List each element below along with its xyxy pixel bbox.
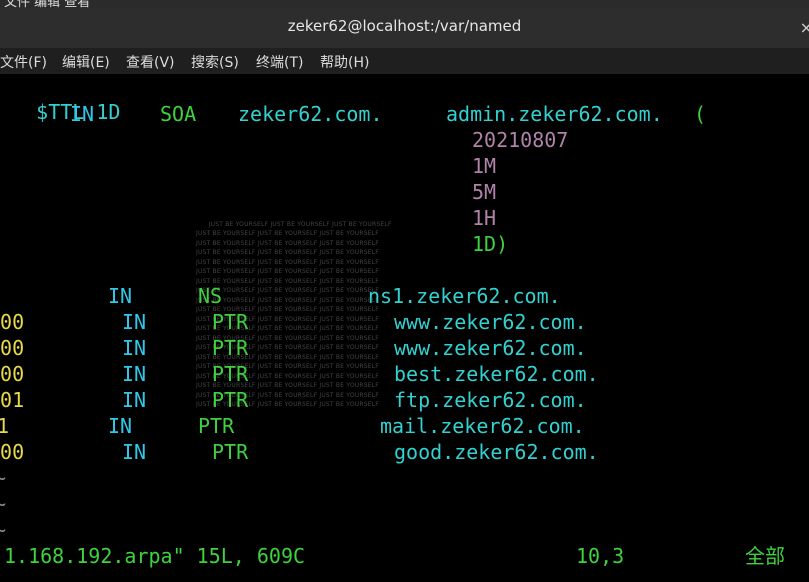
ptr-type: PTR (212, 362, 249, 386)
ttl-line: $TTL 1D (0, 76, 120, 148)
window-title: zeker62@localhost:/var/named (287, 17, 522, 35)
soa-minimum: 1D) (472, 232, 509, 256)
window-titlebar[interactable]: zeker62@localhost:/var/named × (0, 8, 809, 48)
soa-admin: admin.zeker62.com. (446, 102, 663, 126)
ptr-name: 1 (0, 414, 10, 438)
ptr-value: good.zeker62.com. (394, 440, 599, 464)
ptr-name: 100 (0, 336, 25, 360)
terminal-area[interactable]: JUST BE YOURSELF JUST BE YOURSELF JUST B… (0, 74, 809, 582)
empty-line-tilde: ~ (0, 518, 7, 542)
close-icon[interactable]: × (800, 18, 809, 37)
menu-search[interactable]: 搜索(S) (191, 52, 239, 72)
soa-serial: 20210807 (472, 128, 569, 152)
ptr-in: IN (122, 310, 147, 334)
soa-name: zeker62.com. (238, 102, 383, 126)
desktop-top-bar: 文件 编辑 查看 (0, 0, 809, 8)
menu-terminal[interactable]: 终端(T) (256, 52, 303, 72)
ptr-name: 101 (0, 388, 25, 412)
soa-retry: 5M (472, 180, 497, 204)
status-file-info: 1.168.192.arpa" 15L, 609C (4, 544, 306, 568)
menu-bar: 文件(F) 编辑(E) 查看(V) 搜索(S) 终端(T) 帮助(H) (0, 48, 809, 74)
soa-refresh: 1M (472, 154, 497, 178)
ptr-value: mail.zeker62.com. (380, 414, 585, 438)
ptr-name: 100 (0, 310, 25, 334)
menu-view[interactable]: 查看(V) (126, 52, 175, 72)
soa-in: IN (70, 102, 95, 126)
ptr-type: PTR (212, 388, 249, 412)
status-scroll-indicator: 全部 (745, 544, 785, 568)
ptr-in: IN (108, 414, 133, 438)
soa-expire: 1H (472, 206, 497, 230)
ptr-type: PTR (212, 336, 249, 360)
ptr-value: ftp.zeker62.com. (394, 388, 587, 412)
ptr-type: PTR (212, 310, 249, 334)
empty-line-tilde: ~ (0, 492, 7, 516)
menu-file[interactable]: 文件(F) (0, 52, 47, 72)
ptr-name: 100 (0, 440, 25, 464)
ptr-in: IN (122, 336, 147, 360)
ptr-value: www.zeker62.com. (394, 310, 587, 334)
menu-help[interactable]: 帮助(H) (320, 52, 369, 72)
soa-paren: ( (694, 102, 707, 126)
empty-line-tilde: ~ (0, 466, 7, 490)
ptr-name: 100 (0, 362, 25, 386)
ptr-type: PTR (198, 414, 235, 438)
ptr-in: IN (122, 388, 147, 412)
soa-type: SOA (160, 102, 197, 126)
status-cursor-position: 10,3 (576, 544, 625, 568)
ptr-in: IN (122, 362, 147, 386)
ns-type: NS (198, 284, 223, 308)
ns-value: ns1.zeker62.com. (368, 284, 561, 308)
ptr-in: IN (122, 440, 147, 464)
top-bar-text: 文件 编辑 查看 (4, 0, 91, 8)
ptr-value: www.zeker62.com. (394, 336, 587, 360)
ptr-value: best.zeker62.com. (394, 362, 599, 386)
ns-in: IN (108, 284, 133, 308)
menu-edit[interactable]: 编辑(E) (62, 52, 110, 72)
ptr-type: PTR (212, 440, 249, 464)
